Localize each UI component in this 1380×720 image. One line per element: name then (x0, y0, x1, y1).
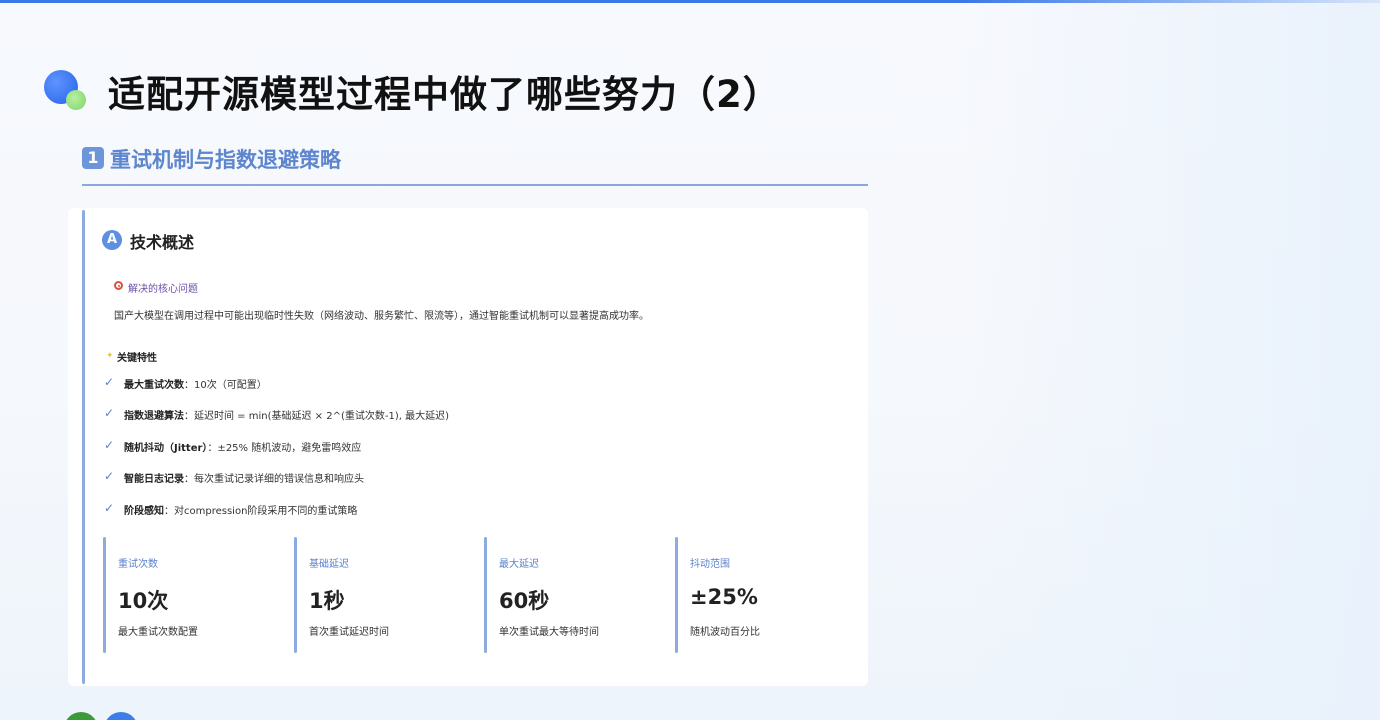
stat-card-max-delay: 最大延迟 60秒 单次重试最大等待时间 (484, 537, 654, 653)
feature-desc: ：±25% 随机波动，避免雷鸣效应 (207, 443, 362, 454)
feature-desc: ：每次重试记录详细的错误信息和响应头 (184, 474, 364, 485)
problem-description: 国产大模型在调用过程中可能出现临时性失败（网络波动、服务繁忙、限流等），通过智能… (114, 311, 649, 322)
card-accent-bar (82, 210, 85, 684)
stat-description: 首次重试延迟时间 (309, 627, 389, 638)
sparkle-icon: ✦ (106, 351, 114, 361)
stat-label: 抖动范围 (690, 559, 730, 570)
keycap-one-icon: 1 (82, 147, 104, 169)
stat-accent-bar (294, 537, 297, 653)
stat-card-retry-count: 重试次数 10次 最大重试次数配置 (103, 537, 273, 653)
stat-card-base-delay: 基础延迟 1秒 首次重试延迟时间 (294, 537, 464, 653)
stat-label: 重试次数 (118, 559, 158, 570)
feature-name: 最大重试次数 (124, 380, 184, 391)
feature-name: 阶段感知 (124, 506, 164, 517)
page-title: 适配开源模型过程中做了哪些努力（2） (108, 73, 781, 116)
stat-accent-bar (103, 537, 106, 653)
stat-label: 基础延迟 (309, 559, 349, 570)
blue-dot (104, 712, 138, 720)
feature-name: 随机抖动（Jitter） (124, 443, 208, 454)
feature-desc: ：10次（可配置） (184, 380, 267, 391)
background-haze (960, 0, 1380, 720)
feature-name: 指数退避算法 (124, 411, 184, 422)
feature-desc: ：延迟时间 = min(基础延迟 × 2^(重试次数-1), 最大延迟) (184, 411, 450, 422)
stat-accent-bar (484, 537, 487, 653)
target-icon (114, 281, 123, 290)
checkmark-icon: ✓ (104, 438, 115, 452)
stat-value: 1秒 (309, 589, 345, 613)
circled-a-icon: A (102, 230, 122, 250)
problem-label: 解决的核心问题 (128, 284, 198, 295)
checkmark-icon: ✓ (104, 406, 115, 420)
stat-description: 单次重试最大等待时间 (499, 627, 599, 638)
green-dot (64, 712, 98, 720)
bottom-dots-icon (64, 712, 144, 720)
stat-description: 随机波动百分比 (690, 627, 760, 638)
stat-label: 最大延迟 (499, 559, 539, 570)
stat-value: 60秒 (499, 589, 550, 613)
checkmark-icon: ✓ (104, 375, 115, 389)
stat-accent-bar (675, 537, 678, 653)
stat-value: ±25% (690, 585, 758, 609)
stat-description: 最大重试次数配置 (118, 627, 198, 638)
section-title: 重试机制与指数退避策略 (110, 148, 341, 172)
stat-card-jitter-range: 抖动范围 ±25% 随机波动百分比 (675, 537, 845, 653)
logo-dots-icon (44, 70, 90, 114)
logo-green-dot (66, 90, 86, 110)
feature-name: 智能日志记录 (124, 474, 184, 485)
checkmark-icon: ✓ (104, 501, 115, 515)
overview-title: 技术概述 (130, 233, 195, 252)
checkmark-icon: ✓ (104, 469, 115, 483)
stat-value: 10次 (118, 589, 169, 613)
section-header: 1 重试机制与指数退避策略 (82, 144, 868, 186)
feature-desc: ：对compression阶段采用不同的重试策略 (164, 506, 358, 517)
features-label: 关键特性 (117, 353, 157, 364)
